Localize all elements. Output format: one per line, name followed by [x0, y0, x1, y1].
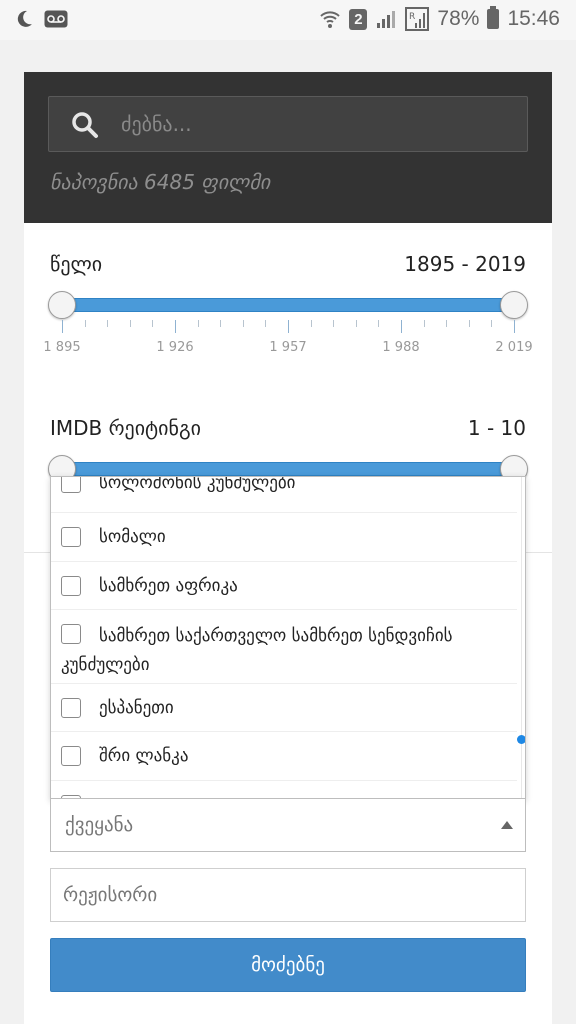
year-tick-label: 2 019 — [495, 340, 533, 355]
slider-tick — [84, 320, 86, 327]
search-box[interactable] — [48, 96, 528, 152]
year-range-value: 1895 - 2019 — [404, 252, 526, 276]
country-option[interactable]: შრი ლანკა — [51, 732, 517, 781]
imdb-label: IMDB რეიტინგი — [50, 416, 201, 440]
country-select[interactable]: ქვეყანა — [50, 798, 526, 852]
imdb-range-value: 1 - 10 — [467, 416, 526, 440]
slider-tick — [401, 320, 402, 333]
sim-badge: 2 — [349, 8, 368, 30]
voicemail-icon — [44, 10, 68, 28]
search-input[interactable] — [121, 97, 521, 151]
country-dropdown-list[interactable]: სოლომონის კუნძულები სომალი სამხრეთ აფრიკ… — [50, 476, 526, 800]
wifi-icon — [320, 11, 341, 28]
year-slider-max-handle[interactable] — [500, 291, 528, 319]
director-input[interactable] — [50, 868, 526, 922]
battery-percent: 78% — [437, 7, 480, 30]
status-right: 2 R 78% 15:46 — [319, 6, 560, 31]
slider-tick — [446, 320, 448, 327]
country-option[interactable]: სომალი — [51, 513, 517, 562]
slider-tick — [310, 320, 312, 327]
country-option-label: სოლომონის კუნძულები — [99, 476, 296, 493]
year-tick-label: 1 988 — [382, 340, 420, 355]
clock: 15:46 — [507, 7, 560, 30]
slider-tick — [514, 320, 515, 333]
country-option-label: ესპანეთი — [99, 697, 174, 718]
slider-tick — [107, 320, 109, 327]
slider-tick — [288, 320, 289, 333]
country-option-label: სამხრეთ საქართველო სამხრეთ სენდვიჩის კუნ… — [61, 626, 453, 675]
slider-tick — [333, 320, 335, 327]
slider-tick — [175, 320, 176, 333]
country-option[interactable]: სამხრეთ საქართველო სამხრეთ სენდვიჩის კუნ… — [51, 610, 517, 684]
slider-tick — [468, 320, 470, 327]
svg-text:R: R — [409, 12, 415, 22]
checkbox[interactable] — [61, 746, 81, 766]
filter-card: ნაპოვნია 6485 ფილმი წელი 1895 - 2019 1 8… — [24, 72, 552, 1024]
status-left — [14, 9, 68, 29]
checkbox[interactable] — [61, 624, 81, 644]
year-slider-min-handle[interactable] — [48, 291, 76, 319]
year-slider-ticks — [62, 320, 515, 334]
caret-up-icon — [501, 821, 513, 829]
slider-tick — [378, 320, 380, 327]
country-option-label: შრი ლანკა — [99, 746, 189, 766]
checkbox[interactable] — [61, 697, 81, 718]
slider-tick — [423, 320, 425, 327]
slider-tick — [491, 320, 493, 327]
country-option-label: სომალი — [99, 527, 166, 547]
dropdown-scroll-track — [521, 477, 522, 800]
search-header: ნაპოვნია 6485 ფილმი — [24, 72, 552, 223]
country-option-label: სამხრეთ აფრიკა — [99, 575, 238, 596]
country-options: სოლომონის კუნძულები სომალი სამხრეთ აფრიკ… — [51, 476, 517, 800]
slider-tick — [129, 320, 131, 327]
scroll-indicator[interactable] — [517, 735, 525, 744]
country-option[interactable]: ესპანეთი — [51, 684, 517, 732]
slider-tick — [152, 320, 154, 327]
year-slider-track[interactable] — [62, 298, 514, 312]
slider-tick — [197, 320, 199, 327]
slider-tick — [220, 320, 222, 327]
battery-icon — [487, 6, 500, 29]
slider-tick — [355, 320, 357, 327]
checkbox[interactable] — [61, 575, 81, 596]
moon-icon — [17, 10, 32, 27]
country-option[interactable]: სოლომონის კუნძულები — [51, 476, 517, 513]
slider-tick — [265, 320, 267, 327]
imdb-slider-track[interactable] — [62, 462, 514, 476]
country-select-placeholder: ქვეყანა — [65, 814, 134, 836]
signal-roaming-icon: R — [405, 7, 430, 31]
status-bar: 2 R 78% 15:46 — [0, 0, 576, 40]
slider-tick — [242, 320, 244, 327]
year-tick-label: 1 957 — [269, 340, 307, 355]
search-submit-button[interactable]: მოძებნე — [50, 938, 526, 992]
slider-tick — [62, 320, 63, 333]
year-tick-label: 1 926 — [156, 340, 194, 355]
signal-icon — [377, 11, 396, 28]
year-label: წელი — [50, 252, 103, 276]
search-icon — [72, 112, 98, 138]
checkbox[interactable] — [61, 527, 81, 547]
year-tick-label: 1 895 — [43, 340, 81, 355]
country-option[interactable]: სამხრეთ აფრიკა — [51, 562, 517, 610]
results-count: ნაპოვნია 6485 ფილმი — [50, 170, 271, 194]
checkbox[interactable] — [61, 477, 81, 493]
